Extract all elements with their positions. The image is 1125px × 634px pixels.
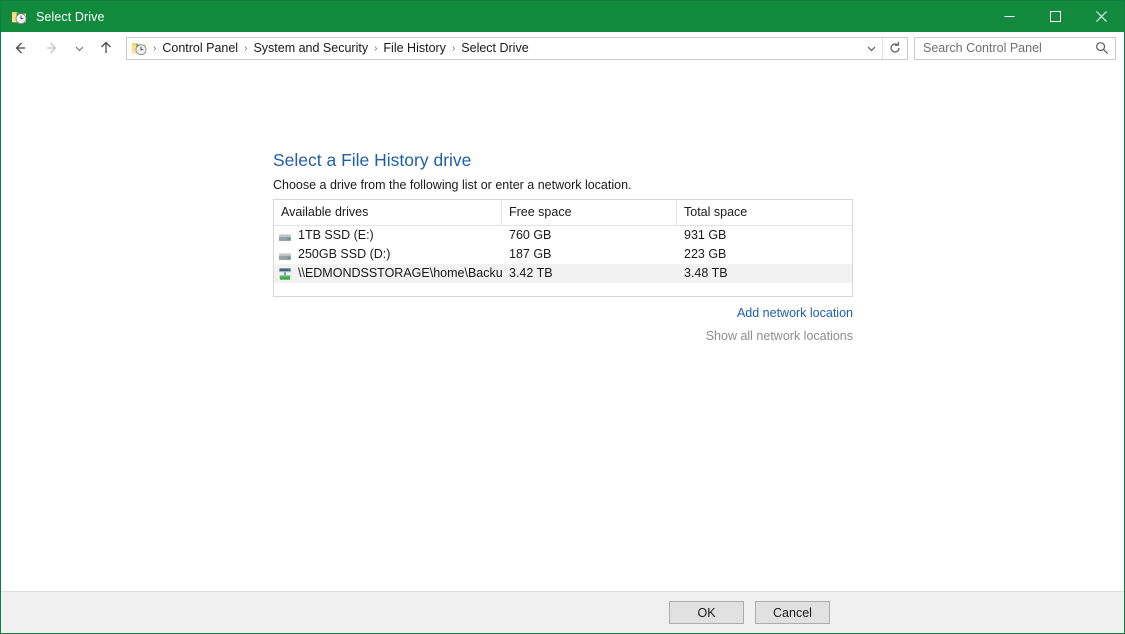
- free-space-cell: 187 GB: [509, 247, 552, 261]
- address-bar-file-history-folder-icon: [131, 40, 147, 56]
- back-button[interactable]: [8, 36, 32, 60]
- address-bar[interactable]: › Control Panel › System and Security › …: [126, 36, 908, 60]
- drive-name-label: 250GB SSD (D:): [298, 247, 391, 261]
- close-button[interactable]: [1078, 1, 1124, 32]
- total-space-cell: 223 GB: [684, 247, 727, 261]
- up-button[interactable]: [94, 36, 118, 60]
- breadcrumb-separator: ›: [374, 42, 378, 54]
- available-drives-table: Available drives Free space Total space …: [273, 199, 853, 297]
- close-icon: [1095, 11, 1107, 22]
- column-header-total-space: Total space: [684, 205, 748, 219]
- drive-name-label: 1TB SSD (E:): [298, 228, 374, 242]
- total-space-cell: 931 GB: [684, 228, 727, 242]
- minimize-button[interactable]: [986, 1, 1032, 32]
- breadcrumb-item-select-drive[interactable]: Select Drive: [457, 40, 532, 56]
- hard-drive-icon: [277, 228, 293, 244]
- window-title: Select Drive: [36, 9, 105, 24]
- free-space-cell: 760 GB: [509, 228, 552, 242]
- recent-locations-button[interactable]: [70, 36, 88, 60]
- breadcrumb-separator: ›: [244, 42, 248, 54]
- drive-name-cell: 1TB SSD (E:): [274, 226, 502, 245]
- page-subtitle: Choose a drive from the following list o…: [273, 178, 632, 192]
- file-history-folder-icon: [11, 9, 27, 25]
- breadcrumb-separator: ›: [153, 42, 157, 54]
- search-input[interactable]: [915, 40, 1089, 56]
- table-row[interactable]: \\EDMONDSSTORAGE\home\Backup 3.42 TB 3.4…: [274, 264, 852, 283]
- caption-buttons: [986, 1, 1124, 32]
- title-bar: Select Drive: [1, 1, 1124, 32]
- column-header-available-drives: Available drives: [274, 200, 502, 225]
- address-dropdown-button[interactable]: [860, 38, 882, 59]
- page-title: Select a File History drive: [273, 150, 472, 170]
- network-drive-icon: [277, 266, 293, 282]
- add-network-location-link[interactable]: Add network location: [273, 305, 853, 321]
- refresh-icon: [890, 41, 900, 53]
- chevron-down-icon: [867, 46, 875, 51]
- content-area: Select a File History drive Choose a dri…: [1, 64, 1124, 591]
- chevron-down-icon: [75, 46, 83, 51]
- dialog-footer: OK Cancel: [1, 591, 1124, 633]
- breadcrumb: › Control Panel › System and Security › …: [151, 40, 860, 56]
- maximize-icon: [1049, 11, 1061, 22]
- table-header-row: Available drives Free space Total space: [274, 200, 852, 226]
- table-row[interactable]: 250GB SSD (D:) 187 GB 223 GB: [274, 245, 852, 264]
- forward-button[interactable]: [40, 36, 64, 60]
- column-header-free-space: Free space: [502, 200, 677, 225]
- maximize-button[interactable]: [1032, 1, 1078, 32]
- breadcrumb-item-file-history[interactable]: File History: [379, 40, 450, 56]
- ok-button[interactable]: OK: [669, 601, 744, 624]
- search-button[interactable]: [1089, 38, 1115, 59]
- select-drive-window: Select Drive › Control Panel › System an…: [0, 0, 1125, 634]
- drive-name-label: \\EDMONDSSTORAGE\home\Backup: [298, 266, 502, 280]
- forward-arrow-icon: [47, 42, 57, 54]
- back-arrow-icon: [15, 42, 25, 54]
- address-bar-row: › Control Panel › System and Security › …: [1, 32, 1124, 64]
- drive-name-cell: \\EDMONDSSTORAGE\home\Backup: [274, 264, 502, 283]
- up-arrow-icon: [101, 41, 111, 53]
- cancel-button[interactable]: Cancel: [755, 601, 830, 624]
- breadcrumb-item-control-panel[interactable]: Control Panel: [158, 40, 242, 56]
- show-all-network-locations-link[interactable]: Show all network locations: [273, 328, 853, 344]
- total-space-cell: 3.48 TB: [684, 266, 728, 280]
- network-location-links: Add network location Show all network lo…: [273, 305, 853, 344]
- search-box[interactable]: [914, 36, 1116, 60]
- free-space-cell: 3.42 TB: [509, 266, 553, 280]
- hard-drive-icon: [277, 247, 293, 263]
- minimize-icon: [1004, 16, 1014, 17]
- breadcrumb-item-system-and-security[interactable]: System and Security: [249, 40, 372, 56]
- refresh-button[interactable]: [882, 37, 907, 59]
- address-bar-controls: [860, 37, 907, 59]
- table-row[interactable]: 1TB SSD (E:) 760 GB 931 GB: [274, 226, 852, 245]
- drive-name-cell: 250GB SSD (D:): [274, 245, 502, 264]
- search-icon: [1096, 42, 1109, 55]
- breadcrumb-separator: ›: [451, 42, 456, 54]
